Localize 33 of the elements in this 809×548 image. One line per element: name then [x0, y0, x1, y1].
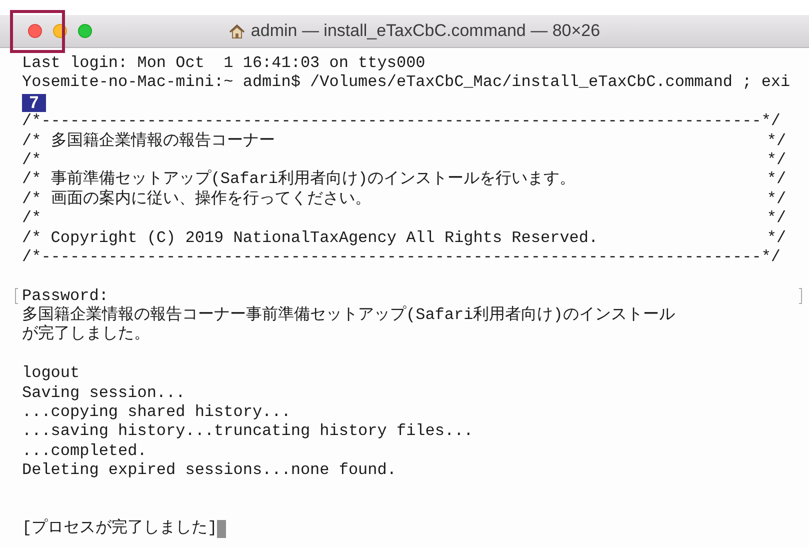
terminal-line: /* 画面の案内に従い、操作を行ってください。 — [22, 190, 371, 210]
terminal-line: logout — [22, 364, 80, 384]
terminal-line: /* — [22, 150, 42, 170]
comment-end: */ — [766, 132, 786, 151]
bookmark-mark — [15, 288, 18, 304]
terminal-line: Last login: Mon Oct 1 16:41:03 on ttys000 — [22, 54, 426, 74]
terminal-line: Password: — [22, 286, 108, 306]
zoom-button[interactable] — [78, 24, 92, 38]
comment-end: */ — [766, 150, 786, 170]
comment-end: */ — [766, 228, 786, 248]
terminal-line: Deleting expired sessions...none found. — [22, 461, 396, 481]
terminal-line: 多国籍企業情報の報告コーナー事前準備セットアップ(Safari利用者向け)のインストール — [22, 306, 675, 324]
terminal-line: ...completed. — [22, 442, 147, 462]
terminal-line: /* — [22, 209, 42, 229]
terminal-line: ...copying shared history... — [22, 403, 291, 422]
comment-end: */ — [766, 209, 786, 229]
terminal-line: /* 事前準備セットアップ(Safari利用者向け)のインストールを行います。 — [22, 170, 576, 189]
terminal-line: [プロセスが完了しました] — [22, 519, 218, 539]
terminal-line: ...saving history...truncating history files... — [22, 422, 474, 442]
step-number: 7 — [22, 94, 46, 112]
terminal-line: /*---------------------------------------------------------------------------*/ — [22, 112, 781, 132]
terminal-line: Saving session... — [22, 384, 186, 404]
bookmark-mark — [799, 288, 802, 304]
comment-end: */ — [766, 190, 786, 210]
terminal-line: /*---------------------------------------------------------------------------*/ — [22, 248, 781, 268]
comment-end: */ — [766, 170, 786, 190]
terminal-line: /* Copyright (C) 2019 NationalTaxAgency All Rights Reserved. — [22, 228, 598, 248]
terminal-line: が完了しました。 — [22, 325, 150, 345]
terminal-line: Yosemite-no-Mac-mini:~ admin$ /Volumes/eTaxCbC_Mac/install_eTaxCbC.command ; exi — [22, 73, 790, 93]
window-title: admin — install_eTaxCbC.command — 80×26 — [250, 20, 600, 42]
home-icon — [228, 24, 245, 38]
terminal-line: /* 多国籍企業情報の報告コーナー — [22, 132, 275, 151]
close-button[interactable] — [28, 24, 42, 38]
